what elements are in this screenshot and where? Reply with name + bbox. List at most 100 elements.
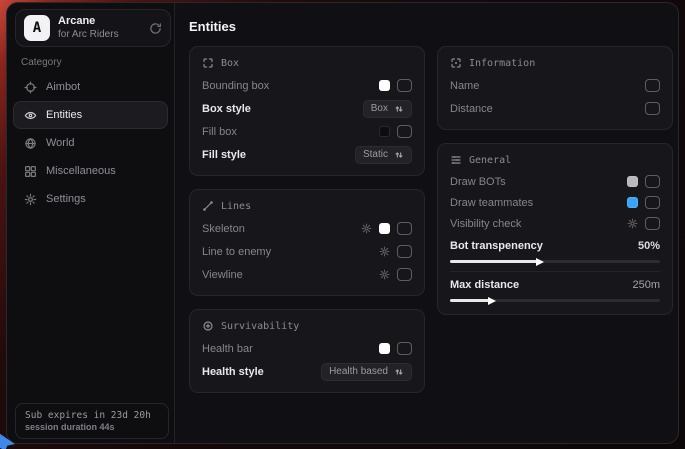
setting-label: Draw teammates	[450, 197, 533, 209]
setting-label: Line to enemy	[202, 246, 271, 258]
setting-row: Line to enemy	[202, 240, 412, 263]
health-style-dropdown[interactable]: Health based	[321, 363, 412, 381]
brand-subtitle: for Arc Riders	[58, 29, 141, 42]
sidebar-item-label: World	[46, 137, 75, 149]
sort-arrows-icon	[394, 367, 404, 377]
sidebar-item-label: Miscellaneous	[46, 165, 116, 177]
color-swatch[interactable]	[379, 223, 390, 234]
box-style-dropdown[interactable]: Box	[363, 100, 412, 118]
dropdown-value: Health based	[329, 366, 388, 377]
slider-thumb[interactable]	[488, 297, 496, 305]
slider-value: 50%	[638, 240, 660, 252]
brand-title: Arcane	[58, 15, 141, 29]
slider-thumb[interactable]	[536, 258, 544, 266]
globe-icon	[24, 137, 37, 150]
bot-transparency-slider[interactable]	[450, 260, 660, 263]
fill-style-dropdown[interactable]: Static	[355, 146, 412, 164]
visibility-check-checkbox[interactable]	[645, 217, 660, 230]
brand-logo: A	[24, 15, 50, 41]
left-column: Box Bounding box Box style Box	[189, 46, 425, 393]
setting-row: Box style Box	[202, 97, 412, 120]
setting-row: Health style Health based	[202, 360, 412, 383]
setting-row: Health bar	[202, 337, 412, 360]
general-card: General Draw BOTs Draw teammates	[437, 143, 673, 315]
health-icon	[202, 320, 214, 332]
max-distance-slider[interactable]	[450, 299, 660, 302]
setting-row: Fill style Static	[202, 143, 412, 166]
card-title: Information	[469, 58, 535, 69]
setting-row: Bounding box	[202, 74, 412, 97]
sidebar-item-entities[interactable]: Entities	[13, 101, 168, 129]
setting-row: Distance	[450, 97, 660, 120]
dropdown-value: Box	[371, 103, 388, 114]
eye-scan-icon	[24, 109, 37, 122]
draw-teammates-checkbox[interactable]	[645, 196, 660, 209]
slider-value: 250m	[632, 279, 660, 291]
setting-label: Viewline	[202, 269, 243, 281]
sidebar-item-world[interactable]: World	[13, 129, 168, 157]
sub-expiry-text: Sub expires in 23d 20h	[25, 410, 159, 421]
health-bar-checkbox[interactable]	[397, 342, 412, 355]
line-to-enemy-settings-gear-icon[interactable]	[379, 246, 390, 257]
setting-label: Fill box	[202, 126, 237, 138]
card-title: Survivability	[221, 321, 299, 332]
setting-row: Fill box	[202, 120, 412, 143]
setting-label: Health style	[202, 366, 264, 378]
sidebar-item-label: Entities	[46, 109, 82, 121]
setting-row: Name	[450, 74, 660, 97]
sidebar-nav: Aimbot Entities World Miscellaneous	[13, 73, 168, 213]
setting-label: Draw BOTs	[450, 176, 506, 188]
sort-arrows-icon	[394, 104, 404, 114]
skeleton-checkbox[interactable]	[397, 222, 412, 235]
sidebar-item-aimbot[interactable]: Aimbot	[13, 73, 168, 101]
setting-label: Visibility check	[450, 218, 521, 230]
sidebar-item-label: Aimbot	[46, 81, 80, 93]
setting-label: Name	[450, 80, 479, 92]
brand-card: A Arcane for Arc Riders	[15, 9, 171, 47]
setting-label: Distance	[450, 103, 493, 115]
bounding-box-checkbox[interactable]	[397, 79, 412, 92]
setting-label: Health bar	[202, 343, 253, 355]
sidebar-item-label: Settings	[46, 193, 86, 205]
distance-checkbox[interactable]	[645, 102, 660, 115]
setting-row: Visibility check	[450, 213, 660, 234]
setting-label: Box style	[202, 103, 251, 115]
fill-box-checkbox[interactable]	[397, 125, 412, 138]
info-scan-icon	[450, 57, 462, 69]
gear-icon	[24, 193, 37, 206]
setting-label: Max distance	[450, 279, 519, 291]
viewline-settings-gear-icon[interactable]	[379, 269, 390, 280]
line-to-enemy-checkbox[interactable]	[397, 245, 412, 258]
lines-card: Lines Skeleton Line to enemy	[189, 189, 425, 296]
card-title: Box	[221, 58, 239, 69]
sliders-icon	[450, 154, 462, 166]
page-title: Entities	[189, 19, 236, 34]
visibility-settings-gear-icon[interactable]	[627, 218, 638, 229]
setting-row: Skeleton	[202, 217, 412, 240]
setting-label: Bounding box	[202, 80, 269, 92]
setting-label: Fill style	[202, 149, 246, 161]
name-checkbox[interactable]	[645, 79, 660, 92]
color-swatch[interactable]	[627, 176, 638, 187]
main-panel: Entities Box Bounding box	[176, 3, 678, 443]
sidebar-item-settings[interactable]: Settings	[13, 185, 168, 213]
dropdown-value: Static	[363, 149, 388, 160]
box-corners-icon	[202, 57, 214, 69]
draw-bots-checkbox[interactable]	[645, 175, 660, 188]
sync-icon[interactable]	[149, 22, 162, 35]
color-swatch[interactable]	[379, 126, 390, 137]
sidebar-item-miscellaneous[interactable]: Miscellaneous	[13, 157, 168, 185]
app-window: A Arcane for Arc Riders Category Aimbot	[6, 2, 679, 444]
sidebar: A Arcane for Arc Riders Category Aimbot	[7, 3, 175, 443]
viewline-checkbox[interactable]	[397, 268, 412, 281]
subscription-card: Sub expires in 23d 20h session duration …	[15, 403, 169, 439]
line-icon	[202, 200, 214, 212]
setting-label: Skeleton	[202, 223, 245, 235]
color-swatch[interactable]	[627, 197, 638, 208]
sort-arrows-icon	[394, 150, 404, 160]
color-swatch[interactable]	[379, 80, 390, 91]
skeleton-settings-gear-icon[interactable]	[361, 223, 372, 234]
card-title: General	[469, 155, 511, 166]
color-swatch[interactable]	[379, 343, 390, 354]
setting-row: Viewline	[202, 263, 412, 286]
